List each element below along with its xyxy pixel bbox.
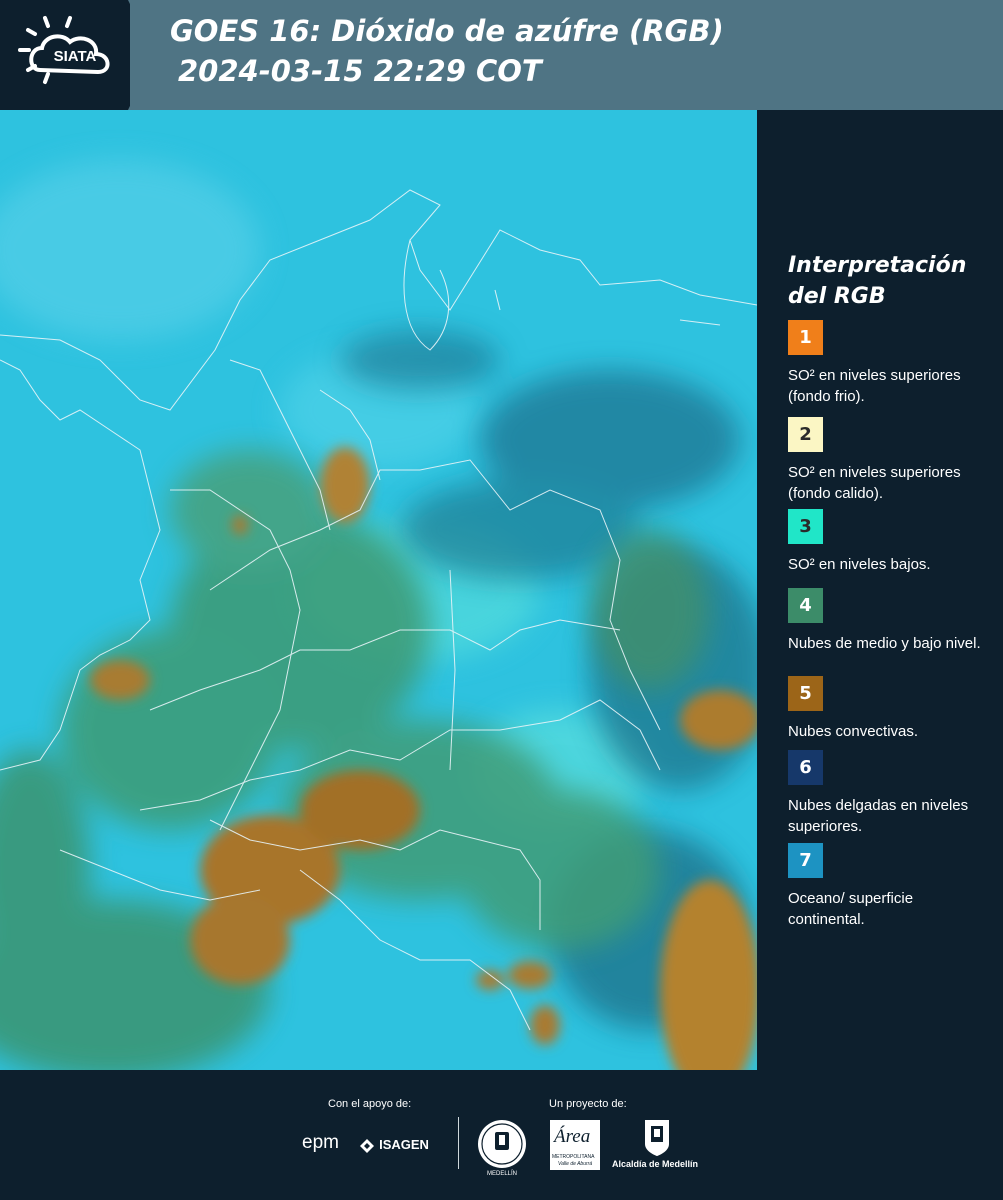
legend-text: SO² en niveles superiores (fondo calido)… (788, 464, 961, 502)
page-title: GOES 16: Dióxido de azúfre (RGB) (170, 14, 724, 48)
legend-item: 2 SO² en niveles superiores (fondo calido… (788, 417, 988, 504)
legend-text: Oceano/ superficie continental. (788, 890, 914, 928)
legend-swatch: 2 (788, 417, 823, 452)
legend-text: SO² en niveles bajos. (788, 556, 931, 573)
legend-item: 7 Oceano/ superficie continental. (788, 843, 988, 930)
legend-text: Nubes convectivas. (788, 723, 919, 740)
legend-item: 5 Nubes convectivas. (788, 676, 988, 742)
alcaldia-shield-icon (643, 1118, 671, 1158)
legend-panel: Interpretación del RGB 1 SO² en niveles s… (760, 110, 1003, 1070)
legend-swatch: 3 (788, 509, 823, 544)
legend-item: 4 Nubes de medio y bajo nivel. (788, 588, 988, 654)
header-bar: SIATA GOES 16: Dióxido de azúfre (RGB) 2… (0, 0, 1003, 110)
timestamp: 2024-03-15 22:29 COT (178, 54, 542, 88)
legend-swatch: 7 (788, 843, 823, 878)
legend-item: 1 SO² en niveles superiores (fondo frio). (788, 320, 988, 407)
support-caption: Con el apoyo de: (328, 1098, 412, 1110)
legend-item: 3 SO² en niveles bajos. (788, 509, 988, 575)
legend-swatch: 1 (788, 320, 823, 355)
area-logo-text: Área (554, 1126, 591, 1147)
medellin-seal-icon (477, 1119, 527, 1169)
siata-logo: SIATA (0, 0, 155, 110)
legend-swatch: 4 (788, 588, 823, 623)
footer: Con el apoyo de: Un proyecto de: epm ISA… (0, 1070, 1003, 1200)
footer-divider (458, 1117, 459, 1169)
legend-item: 6 Nubes delgadas en niveles superiores. (788, 750, 988, 837)
project-caption: Un proyecto de: (549, 1098, 627, 1110)
epm-logo: epm (302, 1132, 339, 1153)
seal-label: MEDELLÍN (486, 1171, 517, 1177)
legend-swatch: 5 (788, 676, 823, 711)
isagen-logo: ISAGEN (360, 1134, 429, 1154)
legend-text: SO² en niveles superiores (fondo frio). (788, 367, 961, 405)
area-logo-subtext: METROPOLITANA (552, 1154, 595, 1160)
legend-swatch: 6 (788, 750, 823, 785)
legend-text: Nubes delgadas en niveles superiores. (788, 797, 969, 835)
isagen-icon (360, 1138, 374, 1153)
area-logo-subtitle: Valle de Aburrá (558, 1161, 593, 1167)
satellite-map (0, 110, 757, 1070)
alcaldia-label: Alcaldía de Medellín (612, 1159, 699, 1169)
legend-title: Interpretación del RGB (788, 253, 967, 309)
area-metropolitana-logo: Área METROPOLITANA Valle de Aburrá (550, 1120, 600, 1170)
logo-text: SIATA (54, 48, 97, 65)
isagen-label: ISAGEN (379, 1137, 429, 1152)
legend-text: Nubes de medio y bajo nivel. (788, 635, 981, 652)
